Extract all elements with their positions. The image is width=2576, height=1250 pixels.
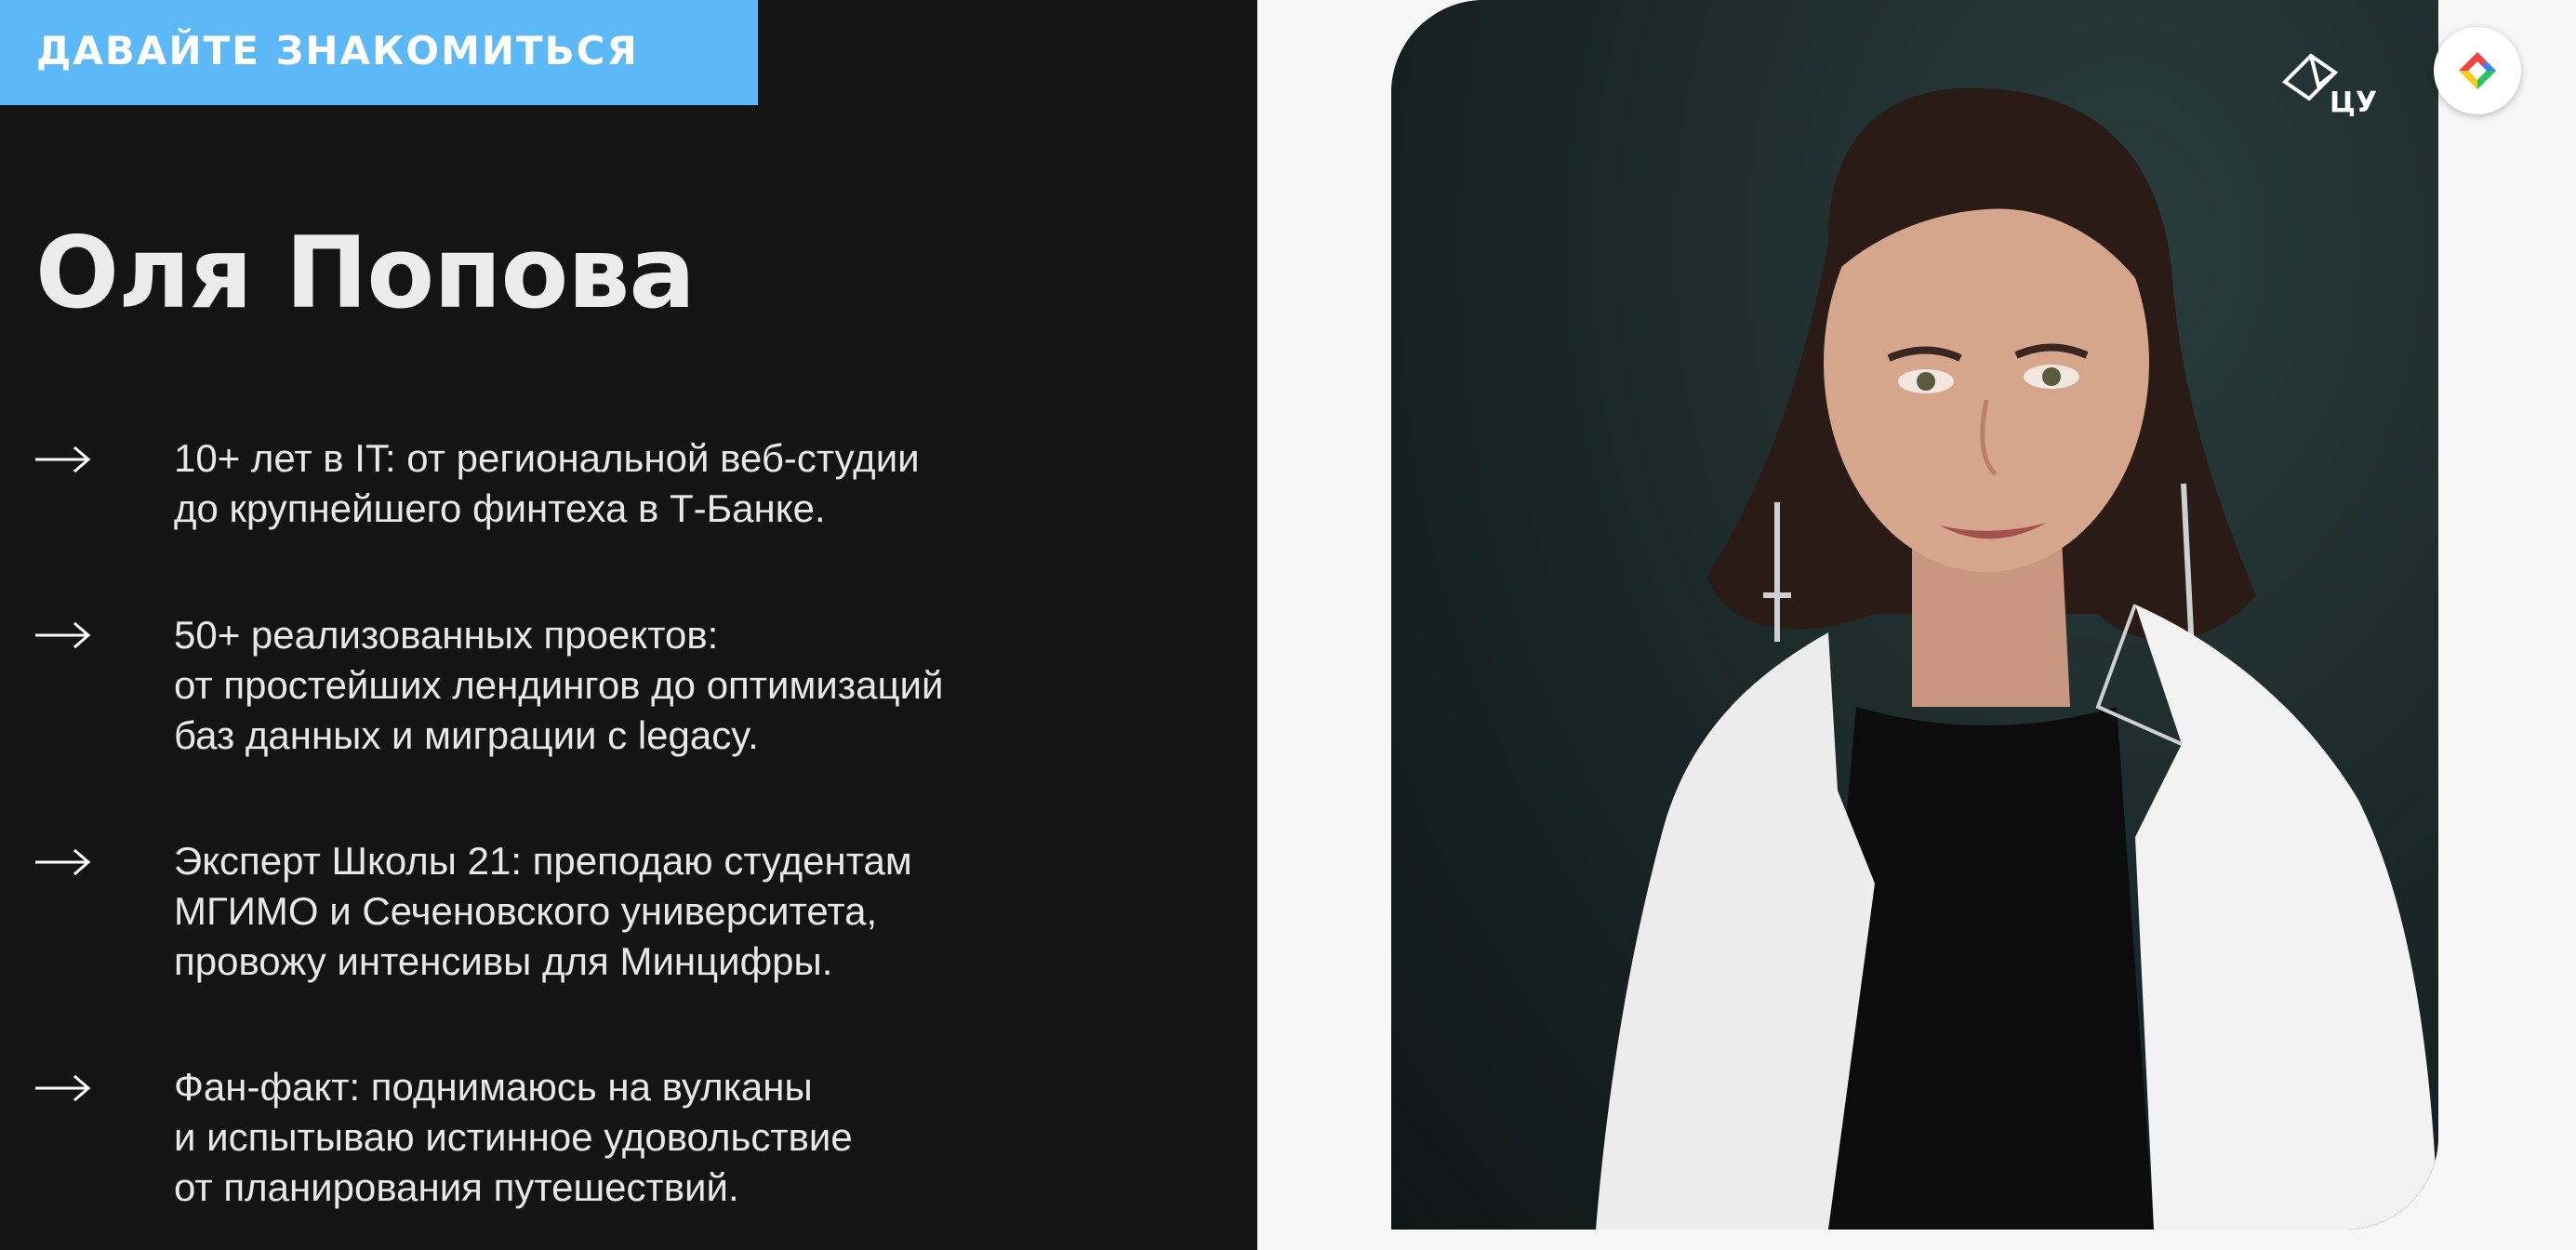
speaker-photo: [1391, 0, 2438, 1230]
arrow-right-icon: [35, 1074, 91, 1102]
arrow-right-icon: [35, 621, 91, 649]
bullet-item: Эксперт Школы 21: преподаю студентам МГИ…: [174, 839, 912, 983]
arrow-right-icon: [35, 445, 91, 473]
cu-logo-icon: ЦУ: [2281, 53, 2377, 119]
arrow-right-icon: [35, 848, 91, 876]
section-tag-label: ДАВАЙТЕ ЗНАКОМИТЬСЯ: [36, 28, 639, 73]
intro-panel: ДАВАЙТЕ ЗНАКОМИТЬСЯ Оля Попова 10+ лет в…: [0, 0, 1257, 1250]
bullet-item: 50+ реализованных проектов: от простейши…: [174, 613, 944, 757]
section-tag: ДАВАЙТЕ ЗНАКОМИТЬСЯ: [0, 0, 758, 105]
portrait-illustration: [1596, 87, 2438, 1230]
bullet-item: Фан-факт: поднимаюсь на вулканы и испыты…: [174, 1065, 853, 1209]
speaker-name: Оля Попова: [35, 216, 696, 330]
app-badge-button[interactable]: [2434, 27, 2521, 114]
app-badge-icon: [2459, 52, 2496, 89]
cu-logo-text: ЦУ: [2330, 86, 2377, 119]
bullet-item: 10+ лет в IT: от региональной веб-студии…: [174, 436, 920, 530]
